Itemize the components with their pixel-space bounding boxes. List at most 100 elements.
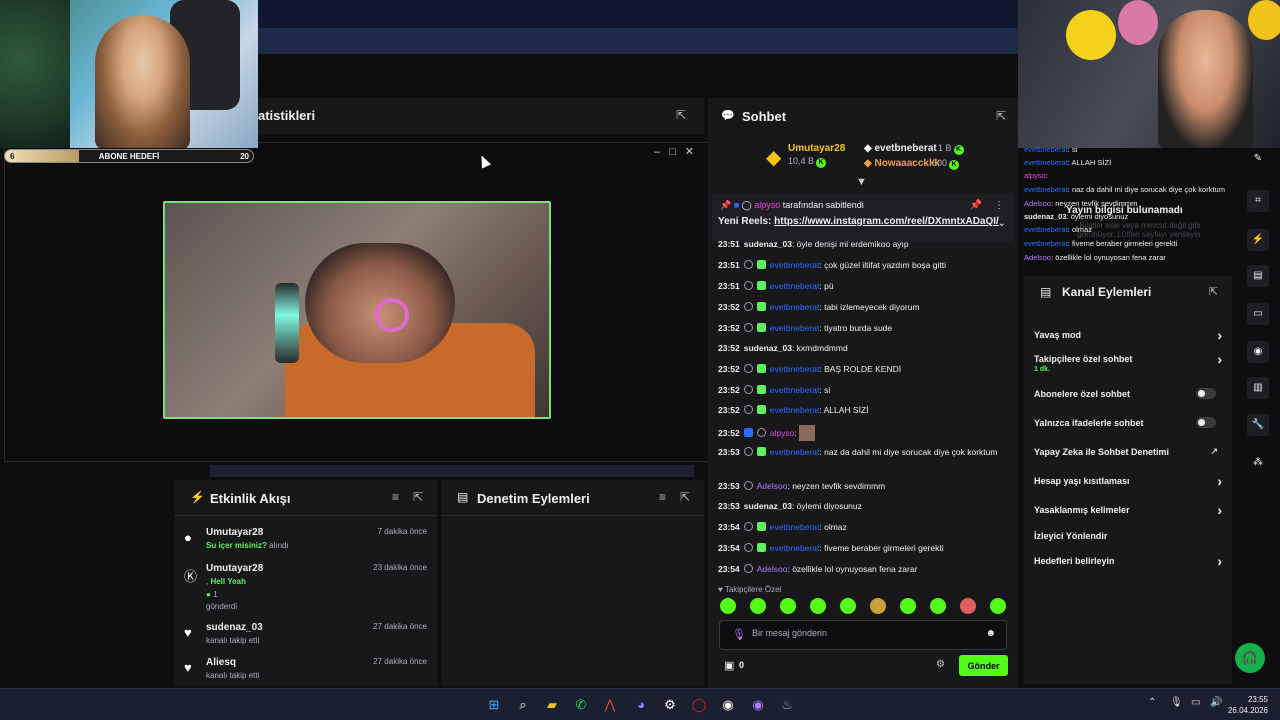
emote[interactable] bbox=[780, 598, 796, 614]
document-icon: ▤ bbox=[457, 490, 469, 504]
chat-message: 23:53 Adelsoo: neyzen tevfik sevdimmm bbox=[718, 481, 886, 491]
settings-app-icon[interactable]: ⚙ bbox=[660, 695, 680, 715]
broadcast-icon[interactable]: ◉ bbox=[1247, 341, 1269, 363]
sub-goal-bar: 6 ABONE HEDEFİ 20 bbox=[4, 149, 254, 163]
chat-message: 23:51 evetbneberat: çok güzel iltifat yaz… bbox=[718, 260, 946, 270]
chat-input-box[interactable]: 🎙 ☻ bbox=[719, 620, 1007, 650]
popout-icon[interactable]: ⇱ bbox=[996, 109, 1006, 123]
stream-info-missing: Yayın bilgisi bulunamadı bbox=[1066, 205, 1183, 216]
layout-icon[interactable]: ▥ bbox=[1247, 377, 1269, 399]
followers-only-row[interactable]: Takipçilere özel sohbet 1 dk. › bbox=[1034, 351, 1222, 373]
fullscreen-icon[interactable]: ⌗ bbox=[1247, 190, 1269, 212]
feed-item: ♥ sudenaz_03 27 dakika önce kanalı takip… bbox=[184, 622, 427, 645]
windows-start-icon[interactable]: ⊞ bbox=[484, 695, 504, 715]
activity-feed-title: Etkinlik Akışı bbox=[210, 491, 291, 506]
emote-only-row[interactable]: Yalnızca ifadelerle sohbet bbox=[1034, 417, 1222, 428]
emote[interactable] bbox=[960, 598, 976, 614]
pinned-message[interactable]: 📌 ■ ◯ alpyso tarafından sabitlendi 📌 ⋮ Y… bbox=[712, 194, 1014, 242]
emote[interactable] bbox=[840, 598, 856, 614]
feed-item: Ⓚ Umutayar28 23 dakika önce , Hell Yeah … bbox=[184, 563, 427, 611]
emote[interactable] bbox=[990, 598, 1006, 614]
filter-icon[interactable]: ≡ bbox=[392, 490, 399, 504]
goal-target: 20 bbox=[240, 152, 249, 161]
gift-box-icon[interactable]: ▣ bbox=[724, 659, 734, 672]
obs-icon[interactable]: ◉ bbox=[718, 695, 738, 715]
system-clock[interactable]: 23:55 26.04.2026 bbox=[1228, 694, 1268, 716]
popout-icon[interactable]: ⇱ bbox=[1209, 285, 1218, 298]
popout-icon[interactable]: ⇱ bbox=[680, 490, 690, 504]
whatsapp-icon[interactable]: ✆ bbox=[571, 695, 591, 715]
pin-icon[interactable]: 📌 bbox=[970, 200, 982, 211]
steam-icon[interactable]: ♨ bbox=[777, 695, 797, 715]
emote[interactable] bbox=[870, 598, 886, 614]
wrench-icon[interactable]: 🔧 bbox=[1247, 414, 1269, 436]
emote[interactable] bbox=[750, 598, 766, 614]
send-button[interactable]: Gönder bbox=[959, 655, 1008, 676]
chat-message: 23:52 evetbneberat: tiyatro burda sude bbox=[718, 323, 893, 333]
more-icon[interactable]: ⋮ bbox=[994, 200, 1004, 211]
pinned-link[interactable]: https://www.instagram.com/reel/DXmntxADa… bbox=[774, 216, 999, 227]
raid-row[interactable]: İzleyici Yönlendir bbox=[1034, 531, 1222, 541]
window-controls[interactable]: –□✕ bbox=[654, 145, 703, 158]
chat-message: 23:53 evetbneberat: naz da dahil mi diye … bbox=[718, 447, 998, 457]
support-headset-icon[interactable]: 🎧 bbox=[1235, 643, 1265, 673]
feed-item: ♥ Aliesq 27 dakika önce kanalı takip ett… bbox=[184, 657, 427, 680]
app-icon[interactable]: ⋀ bbox=[600, 695, 620, 715]
chat-message: 23:54 evetbneberat: olmaz bbox=[718, 522, 847, 532]
reward-icon: ● bbox=[184, 530, 192, 545]
popout-icon[interactable]: ⇱ bbox=[413, 490, 423, 504]
video-window[interactable]: –□✕ bbox=[4, 142, 710, 462]
subscribers-only-toggle[interactable] bbox=[1196, 388, 1216, 399]
opera-icon[interactable]: ◯ bbox=[689, 695, 709, 715]
channel-icon: ▤ bbox=[1040, 285, 1052, 299]
stats-title: atistikleri bbox=[258, 108, 316, 123]
volume-icon[interactable]: 🔊 bbox=[1210, 697, 1222, 708]
file-explorer-icon[interactable]: ▰ bbox=[542, 695, 562, 715]
channel-actions-title: Kanal Eylemleri bbox=[1062, 285, 1152, 299]
moderation-actions-title: Denetim Eylemleri bbox=[477, 491, 590, 506]
document-icon[interactable]: ▤ bbox=[1247, 265, 1269, 287]
bolt-icon[interactable]: ⚡ bbox=[1247, 229, 1269, 251]
emote[interactable] bbox=[810, 598, 826, 614]
heart-icon: ♥ bbox=[184, 660, 192, 675]
account-age-row[interactable]: Hesap yaşı kısıtlaması › bbox=[1034, 473, 1222, 489]
banned-words-row[interactable]: Yasaklanmış kelimeler › bbox=[1034, 502, 1222, 518]
chat-input[interactable] bbox=[752, 628, 972, 638]
emote[interactable] bbox=[930, 598, 946, 614]
heart-icon: ♥ bbox=[184, 625, 192, 640]
mini-taskbar-strip bbox=[210, 465, 694, 477]
webcam-right bbox=[1018, 0, 1280, 148]
network-icon[interactable]: ▭ bbox=[1191, 697, 1200, 708]
popout-icon[interactable]: ⇱ bbox=[676, 108, 686, 122]
microphone-icon[interactable]: 🎙 bbox=[732, 628, 746, 641]
filter-icon[interactable]: ≡ bbox=[659, 490, 666, 504]
nodes-icon[interactable]: ⁂ bbox=[1247, 452, 1269, 474]
pencil-icon[interactable]: ✎ bbox=[1247, 148, 1269, 170]
subscribers-only-row[interactable]: Abonelere özel sohbet bbox=[1034, 388, 1222, 399]
emoji-icon[interactable]: ☻ bbox=[985, 628, 996, 639]
expand-icon[interactable]: ▼ bbox=[856, 176, 867, 188]
gear-icon[interactable]: ⚙ bbox=[936, 659, 945, 670]
chevron-up-icon[interactable]: ⌃ bbox=[1148, 697, 1156, 708]
external-link-icon: ↗ bbox=[1210, 446, 1218, 456]
webcam-left bbox=[0, 0, 258, 148]
obs-icon-2[interactable]: ◉ bbox=[748, 695, 768, 715]
chat-message: 23:52 evetbneberat: tabi izlemeyecek diyo… bbox=[718, 302, 920, 312]
chat-message: 23:54 Adelsoo: özellikle lol oynuyosan fe… bbox=[718, 564, 918, 574]
emote[interactable] bbox=[900, 598, 916, 614]
emote[interactable] bbox=[720, 598, 736, 614]
chat-icon[interactable]: ▭ bbox=[1247, 303, 1269, 325]
chat-message: 23:52 sudenaz_03: kxmdmdmmd bbox=[718, 343, 848, 353]
chevron-right-icon: › bbox=[1217, 473, 1222, 489]
chat-bubble-icon: 💬 bbox=[721, 110, 735, 122]
emote-only-toggle[interactable] bbox=[1196, 417, 1216, 428]
discord-icon[interactable]: ◕ bbox=[631, 695, 651, 715]
microphone-icon[interactable]: 🎙 bbox=[1170, 697, 1183, 708]
search-icon[interactable]: ⌕ bbox=[513, 695, 533, 715]
goals-row[interactable]: Hedefleri belirleyin › bbox=[1034, 553, 1222, 569]
moderation-actions-panel: ▤ Denetim Eylemleri ≡ ⇱ bbox=[441, 480, 704, 685]
slow-mode-row[interactable]: Yavaş mod › bbox=[1034, 327, 1222, 343]
ai-moderation-row[interactable]: Yapay Zeka ile Sohbet Denetimi ↗ bbox=[1034, 446, 1222, 457]
chevron-down-icon[interactable]: ⌄ bbox=[998, 218, 1006, 229]
chat-message: 23:52 evetbneberat: BAŞ ROLDE KENDİ bbox=[718, 364, 902, 374]
